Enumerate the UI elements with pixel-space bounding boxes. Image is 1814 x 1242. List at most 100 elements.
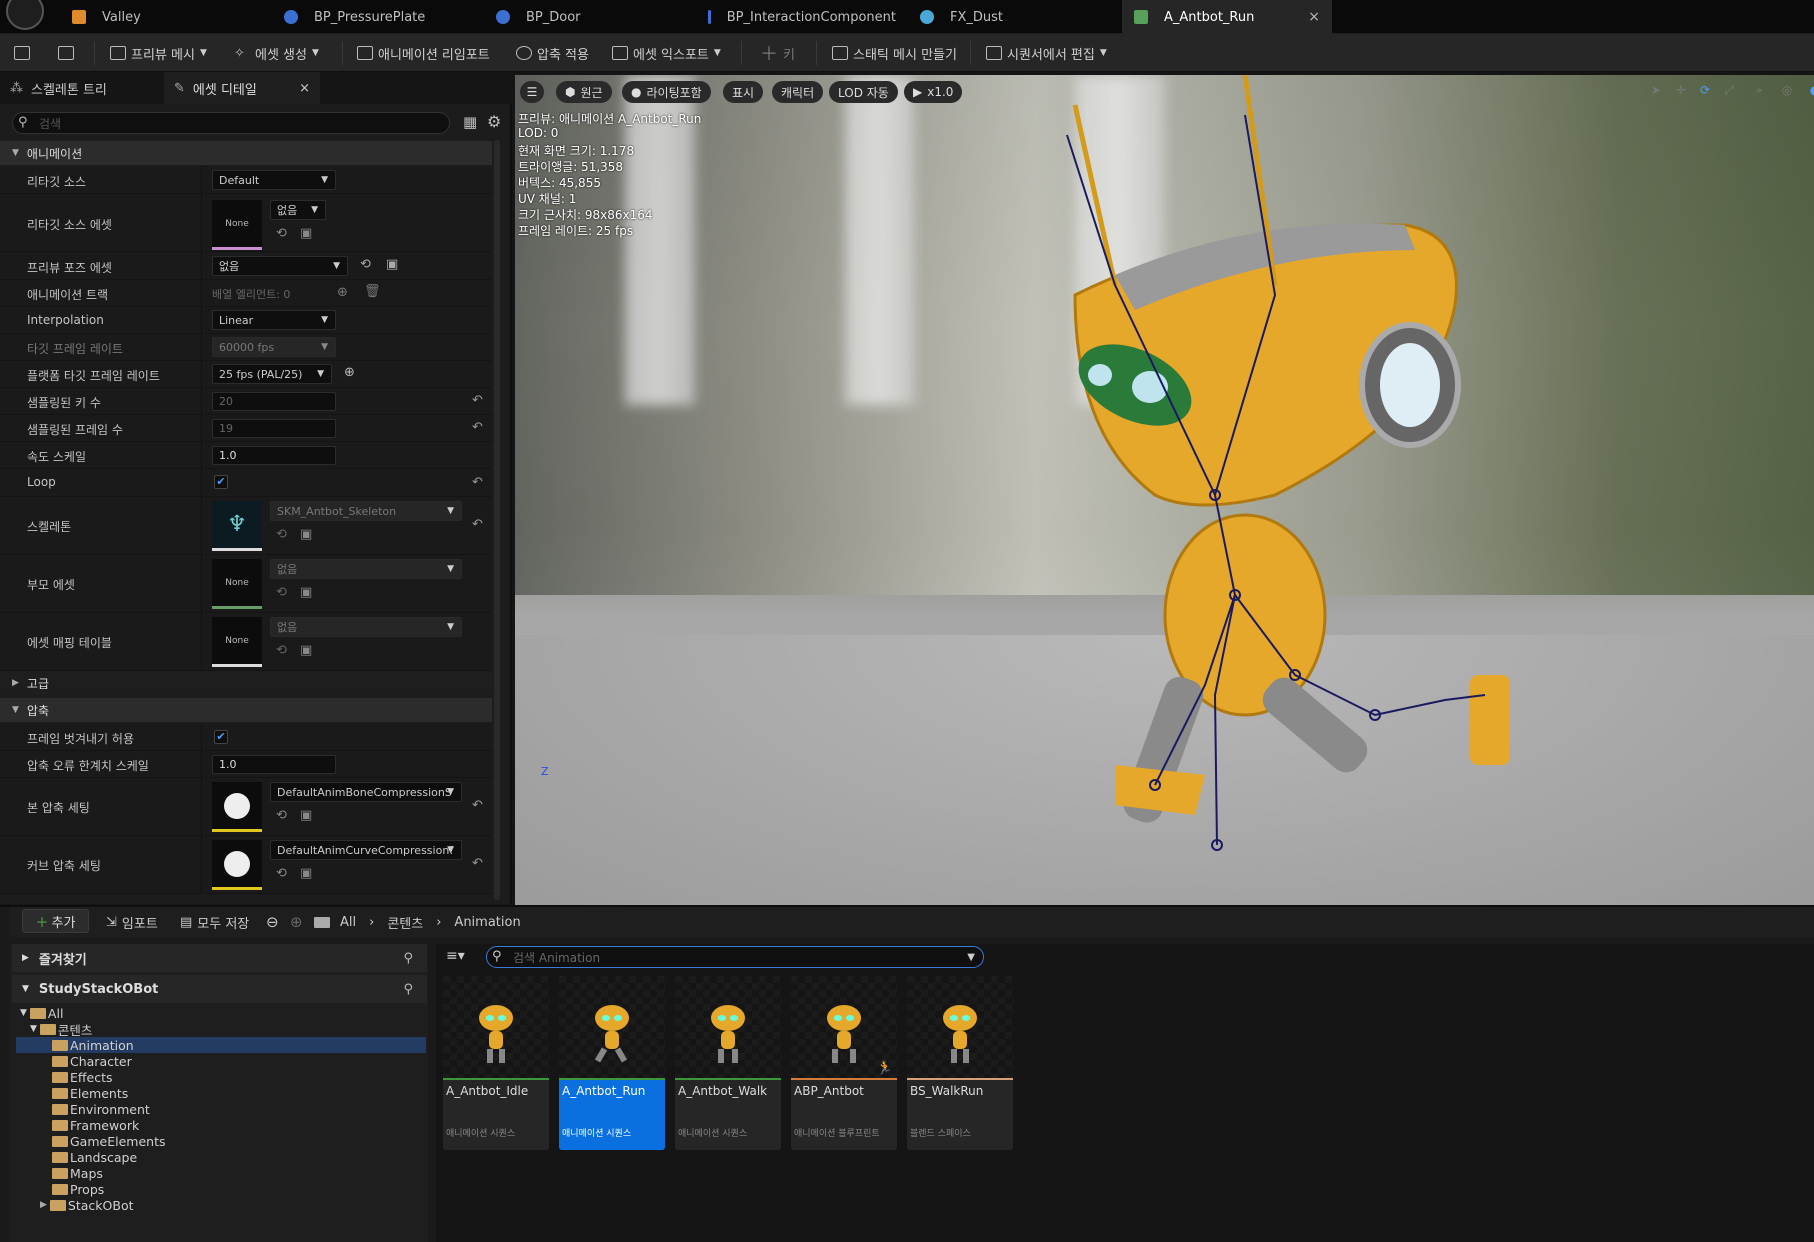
reset-to-default-icon[interactable]: ↶	[472, 475, 483, 490]
use-selected-icon[interactable]: ⟲	[360, 257, 371, 272]
breadcrumb-all[interactable]: All	[340, 915, 356, 930]
back-button[interactable]: ⊖	[266, 907, 279, 937]
tree-item-gameelements[interactable]: GameElements	[52, 1133, 165, 1149]
project-header[interactable]: ▼ StudyStackOBot ⚲	[12, 975, 427, 1003]
rate-scale-field[interactable]: 1.0	[212, 446, 336, 465]
use-selected-icon[interactable]: ⟲	[276, 226, 287, 241]
settings-gear-icon[interactable]: ⚙	[487, 112, 501, 131]
camera-speed-icon[interactable]: ⌖	[1750, 83, 1768, 101]
reset-to-default-icon[interactable]: ↶	[472, 798, 483, 813]
browse-button[interactable]	[58, 34, 74, 72]
tree-item-stackobot[interactable]: ▶ StackOBot	[40, 1197, 134, 1213]
add-key-button[interactable]: ＋ 키	[760, 34, 795, 72]
playback-speed-button[interactable]: ▶ x1.0	[904, 81, 963, 103]
search-icon[interactable]: ⚲	[403, 982, 413, 997]
viewport-menu-button[interactable]: ☰	[520, 81, 544, 103]
apply-compression-button[interactable]: 압축 적용	[516, 34, 589, 72]
select-mode-icon[interactable]: ➤	[1647, 83, 1665, 101]
local-space-icon[interactable]: ◎	[1778, 83, 1796, 101]
tree-item-content[interactable]: ▼ 콘텐츠	[30, 1021, 92, 1038]
asset-thumbnail[interactable]: None	[212, 200, 262, 250]
category-animation[interactable]: ▼ 애니메이션	[0, 141, 492, 165]
use-selected-icon[interactable]: ⟲	[276, 585, 287, 600]
tab-bp-pressureplate[interactable]: BP_PressurePlate	[272, 0, 484, 34]
retarget-asset-dropdown[interactable]: 없음 ▼	[270, 200, 326, 220]
tab-a-antbot-run[interactable]: A_Antbot_Run ×	[1122, 0, 1332, 34]
animation-preview-viewport[interactable]: Z	[515, 75, 1814, 905]
add-icon[interactable]: ⊕	[344, 365, 355, 380]
asset-thumbnail[interactable]: None	[212, 617, 262, 667]
reset-to-default-icon[interactable]: ↶	[472, 856, 483, 871]
asset-card-abp-antbot[interactable]: 🏃 ABP_Antbot 애니메이션 블루프린트	[791, 976, 897, 1150]
skeleton-thumbnail[interactable]: ♆	[212, 501, 262, 551]
use-selected-icon[interactable]: ⟲	[276, 866, 287, 881]
tree-item-character[interactable]: Character	[52, 1053, 132, 1069]
save-button[interactable]	[14, 34, 30, 72]
reset-to-default-icon[interactable]: ↶	[472, 517, 483, 532]
tree-item-elements[interactable]: Elements	[52, 1085, 128, 1101]
asset-mapping-table-dropdown[interactable]: 없음 ▼	[270, 617, 462, 637]
table-view-icon[interactable]: ▦	[463, 113, 477, 131]
browse-asset-icon[interactable]: ▣	[300, 226, 312, 241]
add-button[interactable]: ＋ 추가	[22, 909, 89, 933]
loop-checkbox[interactable]: ✔	[214, 475, 228, 489]
browse-asset-icon[interactable]: ▣	[300, 585, 312, 600]
bone-compression-dropdown[interactable]: DefaultAnimBoneCompressionS ▼	[270, 782, 462, 802]
platform-frame-rate-dropdown[interactable]: 25 fps (PAL/25) ▼	[212, 364, 332, 384]
preview-pose-dropdown[interactable]: 없음 ▼	[212, 256, 348, 276]
asset-card-bs-walkrun[interactable]: BS_WalkRun 블렌드 스페이스	[907, 976, 1013, 1150]
browse-asset-icon[interactable]: ▣	[300, 808, 312, 823]
make-static-mesh-button[interactable]: 스태틱 메시 만들기	[832, 34, 957, 72]
character-button[interactable]: 캐릭터	[772, 81, 824, 103]
show-button[interactable]: 표시	[723, 81, 764, 103]
perspective-button[interactable]: ⬢ 원근	[556, 81, 612, 103]
save-all-button[interactable]: ▤ 모두 저장	[180, 907, 249, 937]
translate-icon[interactable]: ✛	[1672, 83, 1690, 101]
preview-mesh-button[interactable]: 프리뷰 메시 ▼	[110, 34, 207, 72]
tree-item-framework[interactable]: Framework	[52, 1117, 139, 1133]
use-selected-icon[interactable]: ⟲	[276, 808, 287, 823]
tab-bp-interactioncomponent[interactable]: BP_InteractionComponent	[696, 0, 908, 34]
reset-to-default-icon[interactable]: ↶	[472, 393, 483, 408]
breadcrumb-animation[interactable]: Animation	[454, 915, 520, 930]
filter-icon[interactable]: ≡▾	[446, 948, 465, 964]
category-compression[interactable]: ▼ 압축	[0, 698, 492, 722]
compression-error-threshold-field[interactable]: 1.0	[212, 755, 336, 774]
tree-item-all[interactable]: ▼ All	[20, 1005, 63, 1021]
browse-asset-icon[interactable]: ▣	[300, 866, 312, 881]
details-search-input[interactable]: 검색	[12, 112, 450, 134]
asset-card-a-antbot-walk[interactable]: A_Antbot_Walk 애니메이션 시퀀스	[675, 976, 781, 1150]
reimport-animation-button[interactable]: 애니메이션 리임포트	[357, 34, 490, 72]
export-asset-button[interactable]: 에셋 익스포트 ▼	[612, 34, 721, 72]
browse-asset-icon[interactable]: ▣	[300, 643, 312, 658]
tree-item-props[interactable]: Props	[52, 1181, 104, 1197]
chevron-down-icon[interactable]: ▼	[967, 952, 975, 963]
tab-asset-details[interactable]: ✎ 에셋 디테일 ×	[164, 72, 320, 104]
close-tab-icon[interactable]: ×	[299, 81, 310, 96]
parent-asset-dropdown[interactable]: 없음 ▼	[270, 559, 462, 579]
edit-in-sequencer-button[interactable]: 시퀀서에서 편집 ▼	[986, 34, 1107, 72]
tab-bp-door[interactable]: BP_Door	[484, 0, 696, 34]
allow-frame-stripping-checkbox[interactable]: ✔	[214, 730, 228, 744]
tree-item-landscape[interactable]: Landscape	[52, 1149, 137, 1165]
use-selected-icon[interactable]: ⟲	[276, 643, 287, 658]
asset-card-a-antbot-run[interactable]: A_Antbot_Run 애니메이션 시퀀스	[559, 976, 665, 1150]
details-scrollbar[interactable]	[494, 140, 500, 900]
asset-card-a-antbot-idle[interactable]: A_Antbot_Idle 애니메이션 시퀀스	[443, 976, 549, 1150]
trash-icon[interactable]: 🗑	[364, 284, 381, 299]
forward-button[interactable]: ⊕	[290, 907, 303, 937]
create-asset-button[interactable]: ✧ 에셋 생성 ▼	[234, 34, 319, 72]
import-button[interactable]: ⇲ 임포트	[106, 907, 158, 937]
asset-thumbnail[interactable]: None	[212, 559, 262, 609]
category-advanced[interactable]: ▶ 고급	[0, 671, 492, 695]
curve-compression-dropdown[interactable]: DefaultAnimCurveCompression! ▼	[270, 840, 462, 860]
tab-valley[interactable]: Valley	[60, 0, 270, 34]
tab-fx-dust[interactable]: FX_Dust	[908, 0, 1120, 34]
tree-item-effects[interactable]: Effects	[52, 1069, 113, 1085]
lighting-mode-button[interactable]: ● 라이팅포함	[622, 81, 711, 103]
breadcrumb-content[interactable]: 콘텐츠	[387, 913, 423, 932]
close-tab-icon[interactable]: ×	[1308, 9, 1320, 25]
tree-item-maps[interactable]: Maps	[52, 1165, 103, 1181]
compression-settings-thumbnail[interactable]	[212, 840, 262, 890]
rotate-icon[interactable]: ⟳	[1696, 83, 1714, 101]
